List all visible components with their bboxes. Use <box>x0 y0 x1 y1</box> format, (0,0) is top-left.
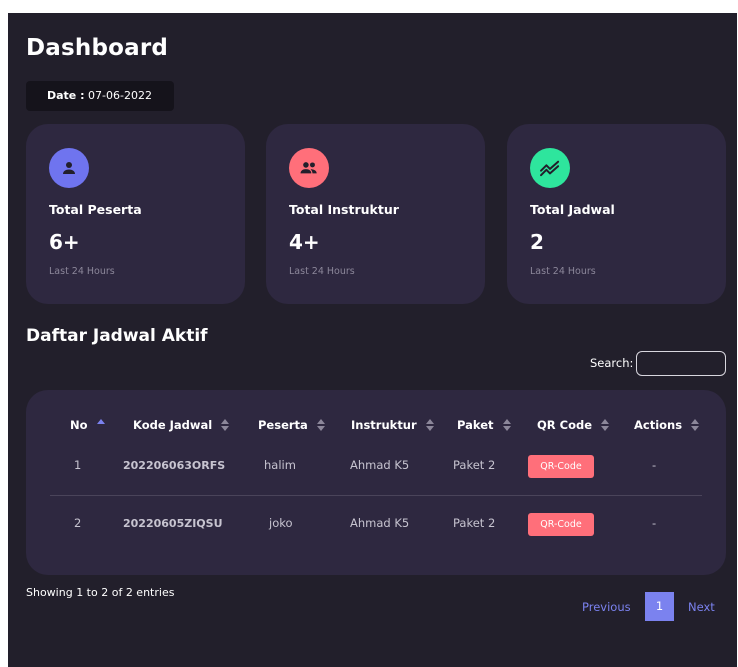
card-value: 4+ <box>289 230 320 254</box>
cell-no: 2 <box>74 516 82 530</box>
cell-kode-jadwal: 202206063ORFS <box>123 459 226 472</box>
schedule-table: No Kode Jadwal Peserta Instruktur Paket … <box>26 390 726 575</box>
card-subtitle: Last 24 Hours <box>289 266 355 277</box>
date-box: Date : 07-06-2022 <box>26 81 174 111</box>
column-header-label: Actions <box>634 418 683 432</box>
card-subtitle: Last 24 Hours <box>49 266 115 277</box>
pagination-next[interactable]: Next <box>688 600 715 614</box>
pagination-previous[interactable]: Previous <box>582 600 631 614</box>
column-header-label: Peserta <box>258 418 308 432</box>
cell-no: 1 <box>74 458 82 472</box>
sort-icon <box>221 419 230 431</box>
cell-kode-jadwal: 20220605ZIQSU <box>123 517 223 530</box>
column-header-label: Instruktur <box>351 418 417 432</box>
qr-code-button[interactable]: QR-Code <box>528 455 594 478</box>
cell-paket: Paket 2 <box>453 516 496 530</box>
cell-actions: - <box>652 516 657 530</box>
sort-icon <box>316 419 325 431</box>
search-input[interactable] <box>636 351 726 376</box>
trending-icon <box>530 148 570 188</box>
column-header-peserta[interactable]: Peserta <box>258 418 325 432</box>
sort-icon <box>601 419 610 431</box>
column-header-label: Paket <box>457 418 494 432</box>
cell-peserta: joko <box>269 516 293 530</box>
qr-code-button[interactable]: QR-Code <box>528 513 594 536</box>
column-header-actions[interactable]: Actions <box>634 418 700 432</box>
column-header-label: No <box>70 418 88 432</box>
sort-asc-icon <box>96 419 105 431</box>
card-label: Total Jadwal <box>530 202 615 217</box>
cell-instruktur: Ahmad K5 <box>350 516 410 530</box>
pagination-page-1[interactable]: 1 <box>645 592 674 621</box>
card-value: 2 <box>530 230 544 254</box>
column-header-no[interactable]: No <box>70 418 105 432</box>
search-label: Search: <box>590 356 634 370</box>
page-title: Dashboard <box>26 35 169 61</box>
sort-icon <box>691 419 700 431</box>
card-total-jadwal: Total Jadwal 2 Last 24 Hours <box>507 124 726 304</box>
date-label: Date : <box>47 89 85 102</box>
user-icon <box>49 148 89 188</box>
sort-icon <box>425 419 434 431</box>
card-label: Total Instruktur <box>289 202 399 217</box>
dashboard-screen: Dashboard Date : 07-06-2022 Total Pesert… <box>8 13 737 667</box>
section-title: Daftar Jadwal Aktif <box>26 326 208 346</box>
row-divider <box>50 495 702 496</box>
cell-paket: Paket 2 <box>453 458 496 472</box>
column-header-paket[interactable]: Paket <box>457 418 511 432</box>
column-header-qr-code[interactable]: QR Code <box>537 418 610 432</box>
cell-actions: - <box>652 458 657 472</box>
card-value: 6+ <box>49 230 80 254</box>
card-total-instruktur: Total Instruktur 4+ Last 24 Hours <box>266 124 485 304</box>
column-header-label: QR Code <box>537 418 593 432</box>
card-subtitle: Last 24 Hours <box>530 266 596 277</box>
column-header-instruktur[interactable]: Instruktur <box>351 418 434 432</box>
cell-peserta: halim <box>264 458 296 472</box>
date-value: 07-06-2022 <box>88 89 152 102</box>
card-label: Total Peserta <box>49 202 142 217</box>
users-icon <box>289 148 329 188</box>
column-header-kode-jadwal[interactable]: Kode Jadwal <box>133 418 230 432</box>
card-total-peserta: Total Peserta 6+ Last 24 Hours <box>26 124 245 304</box>
sort-icon <box>502 419 511 431</box>
cell-instruktur: Ahmad K5 <box>350 458 410 472</box>
table-info: Showing 1 to 2 of 2 entries <box>26 586 175 599</box>
column-header-label: Kode Jadwal <box>133 418 213 432</box>
